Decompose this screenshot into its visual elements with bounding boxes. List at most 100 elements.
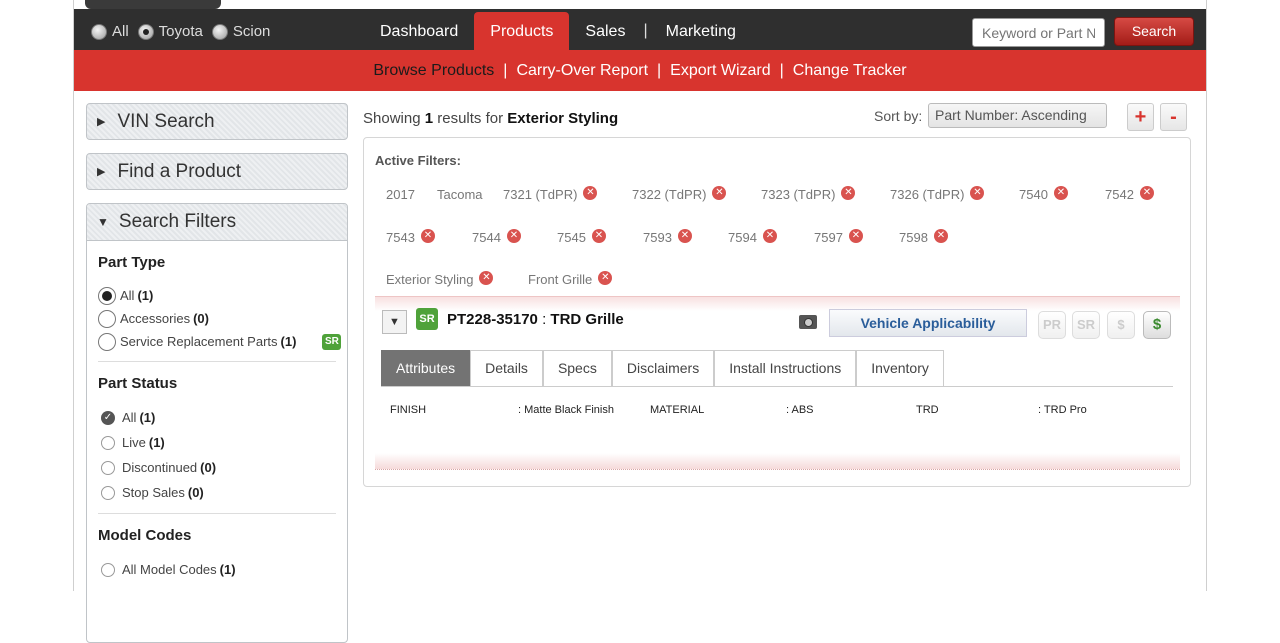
remove-filter-icon[interactable]: ✕ bbox=[598, 270, 613, 285]
tab-inventory[interactable]: Inventory bbox=[856, 350, 944, 386]
remove-filter-icon[interactable]: ✕ bbox=[506, 228, 521, 243]
remove-filter-icon[interactable]: ✕ bbox=[762, 228, 777, 243]
nav-products[interactable]: Products bbox=[474, 12, 570, 50]
triangle-down-icon: ▼ bbox=[97, 215, 109, 229]
check-icon: ✓ bbox=[101, 410, 115, 425]
subnav-carry-over-report[interactable]: Carry-Over Report bbox=[512, 62, 652, 80]
part-status-title: Part Status bbox=[98, 375, 178, 392]
remove-filter-icon[interactable]: ✕ bbox=[970, 185, 985, 200]
sr-badge-icon: SR bbox=[322, 333, 342, 350]
pr-button[interactable]: PR bbox=[1038, 311, 1066, 339]
product-title: PT228-35170 : TRD Grille bbox=[447, 311, 624, 328]
radio-icon bbox=[98, 332, 116, 351]
main-nav: Dashboard Products Sales | Marketing bbox=[364, 12, 752, 50]
divider bbox=[98, 513, 336, 514]
part-type-all[interactable]: All (1) bbox=[87, 284, 347, 307]
price-button[interactable]: $ bbox=[1107, 311, 1135, 339]
brand-radio-all[interactable]: All bbox=[91, 23, 129, 40]
sub-nav: Browse Products | Carry-Over Report | Ex… bbox=[74, 50, 1206, 91]
remove-filter-icon[interactable]: ✕ bbox=[1139, 185, 1154, 200]
filter-chip: 7545 ✕ bbox=[557, 228, 606, 245]
subnav-browse-products[interactable]: Browse Products bbox=[369, 62, 498, 80]
search-button[interactable]: Search bbox=[1114, 17, 1194, 46]
radio-icon bbox=[101, 485, 115, 500]
product-tabs: Attributes Details Specs Disclaimers Ins… bbox=[381, 350, 1173, 387]
filter-chip: 7594 ✕ bbox=[728, 228, 777, 245]
radio-icon bbox=[211, 23, 228, 40]
filter-chip: 7542 ✕ bbox=[1105, 185, 1154, 202]
brand-radio-scion[interactable]: Scion bbox=[211, 23, 270, 40]
subnav-export-wizard[interactable]: Export Wizard bbox=[666, 62, 774, 80]
sort-label: Sort by: bbox=[874, 108, 923, 124]
nav-sales[interactable]: Sales bbox=[569, 12, 641, 50]
attribute-value: : Matte Black Finish bbox=[518, 404, 614, 416]
active-filters-label: Active Filters: bbox=[375, 153, 461, 168]
model-codes-all[interactable]: All Model Codes (1) bbox=[87, 557, 347, 582]
part-status-discontinued[interactable]: Discontinued (0) bbox=[87, 455, 347, 480]
search-filters-accordion[interactable]: ▼ Search Filters bbox=[87, 204, 347, 241]
filter-chip: 2017 bbox=[386, 187, 415, 202]
product-header: ▼ SR PT228-35170 : TRD Grille Vehicle Ap… bbox=[375, 296, 1180, 344]
part-status-live[interactable]: Live (1) bbox=[87, 430, 347, 455]
filter-chip: Front Grille ✕ bbox=[528, 270, 613, 287]
dealer-price-button[interactable]: $ bbox=[1143, 311, 1171, 339]
top-bar: All Toyota Scion Dashboard Products Sale… bbox=[74, 9, 1206, 50]
find-product-accordion[interactable]: ▶ Find a Product bbox=[86, 153, 348, 190]
filter-chip: 7593 ✕ bbox=[643, 228, 692, 245]
filter-chip: 7598 ✕ bbox=[899, 228, 948, 245]
brand-filter: All Toyota Scion bbox=[91, 23, 279, 40]
remove-filter-icon[interactable]: ✕ bbox=[479, 270, 494, 285]
part-type-accessories[interactable]: Accessories (0) bbox=[87, 307, 347, 330]
remove-filter-icon[interactable]: ✕ bbox=[677, 228, 692, 243]
remove-filter-icon[interactable]: ✕ bbox=[591, 228, 606, 243]
attribute-key: TRD bbox=[916, 404, 939, 416]
subnav-separator: | bbox=[657, 61, 662, 79]
attribute-key: FINISH bbox=[390, 404, 427, 416]
remove-filter-icon[interactable]: ✕ bbox=[848, 228, 863, 243]
part-type-service-replacement[interactable]: Service Replacement Parts (1) SR bbox=[87, 330, 347, 353]
sort-select[interactable]: Part Number: Ascending bbox=[928, 103, 1107, 128]
divider bbox=[98, 361, 336, 362]
nav-marketing[interactable]: Marketing bbox=[650, 12, 752, 50]
remove-filter-icon[interactable]: ✕ bbox=[933, 228, 948, 243]
filter-chip: 7326 (TdPR) ✕ bbox=[890, 185, 985, 202]
search-filters-panel: ▼ Search Filters Part Type All (1) Accesso… bbox=[86, 203, 348, 643]
subnav-change-tracker[interactable]: Change Tracker bbox=[789, 62, 911, 80]
filter-chip: 7540 ✕ bbox=[1019, 185, 1068, 202]
tab-specs[interactable]: Specs bbox=[542, 350, 612, 386]
expand-all-button[interactable]: + bbox=[1127, 103, 1154, 131]
radio-selected-icon bbox=[137, 23, 154, 40]
tab-details[interactable]: Details bbox=[470, 350, 543, 386]
subnav-separator: | bbox=[779, 61, 784, 79]
tab-disclaimers[interactable]: Disclaimers bbox=[611, 350, 715, 386]
tab-install-instructions[interactable]: Install Instructions bbox=[714, 350, 857, 386]
part-status-all[interactable]: ✓ All (1) bbox=[87, 405, 347, 430]
tab-attributes[interactable]: Attributes bbox=[381, 350, 471, 386]
nav-dashboard[interactable]: Dashboard bbox=[364, 12, 474, 50]
remove-filter-icon[interactable]: ✕ bbox=[583, 185, 598, 200]
brand-radio-toyota[interactable]: Toyota bbox=[137, 23, 203, 40]
vin-search-accordion[interactable]: ▶ VIN Search bbox=[86, 103, 348, 140]
triangle-right-icon: ▶ bbox=[97, 166, 106, 178]
camera-icon[interactable] bbox=[799, 315, 817, 329]
remove-filter-icon[interactable]: ✕ bbox=[841, 185, 856, 200]
remove-filter-icon[interactable]: ✕ bbox=[1053, 185, 1068, 200]
sidebar: ▶ VIN Search ▶ Find a Product ▼ Search Filt… bbox=[86, 103, 348, 643]
part-status-stop-sales[interactable]: Stop Sales (0) bbox=[87, 480, 347, 505]
vehicle-applicability-button[interactable]: Vehicle Applicability bbox=[829, 309, 1027, 337]
remove-filter-icon[interactable]: ✕ bbox=[712, 185, 727, 200]
filter-chip: 7323 (TdPR) ✕ bbox=[761, 185, 856, 202]
subnav-separator: | bbox=[503, 61, 508, 79]
radio-icon bbox=[101, 435, 115, 450]
collapse-product-button[interactable]: ▼ bbox=[382, 310, 407, 334]
product-footer bbox=[375, 453, 1180, 470]
radio-icon bbox=[91, 23, 107, 40]
collapse-all-button[interactable]: - bbox=[1160, 103, 1187, 131]
triangle-right-icon: ▶ bbox=[97, 116, 106, 128]
nav-separator: | bbox=[643, 22, 648, 39]
sr-button[interactable]: SR bbox=[1072, 311, 1100, 339]
radio-icon bbox=[101, 562, 115, 577]
remove-filter-icon[interactable]: ✕ bbox=[420, 228, 435, 243]
search-input[interactable] bbox=[972, 18, 1105, 47]
sr-badge-icon: SR bbox=[416, 308, 438, 330]
